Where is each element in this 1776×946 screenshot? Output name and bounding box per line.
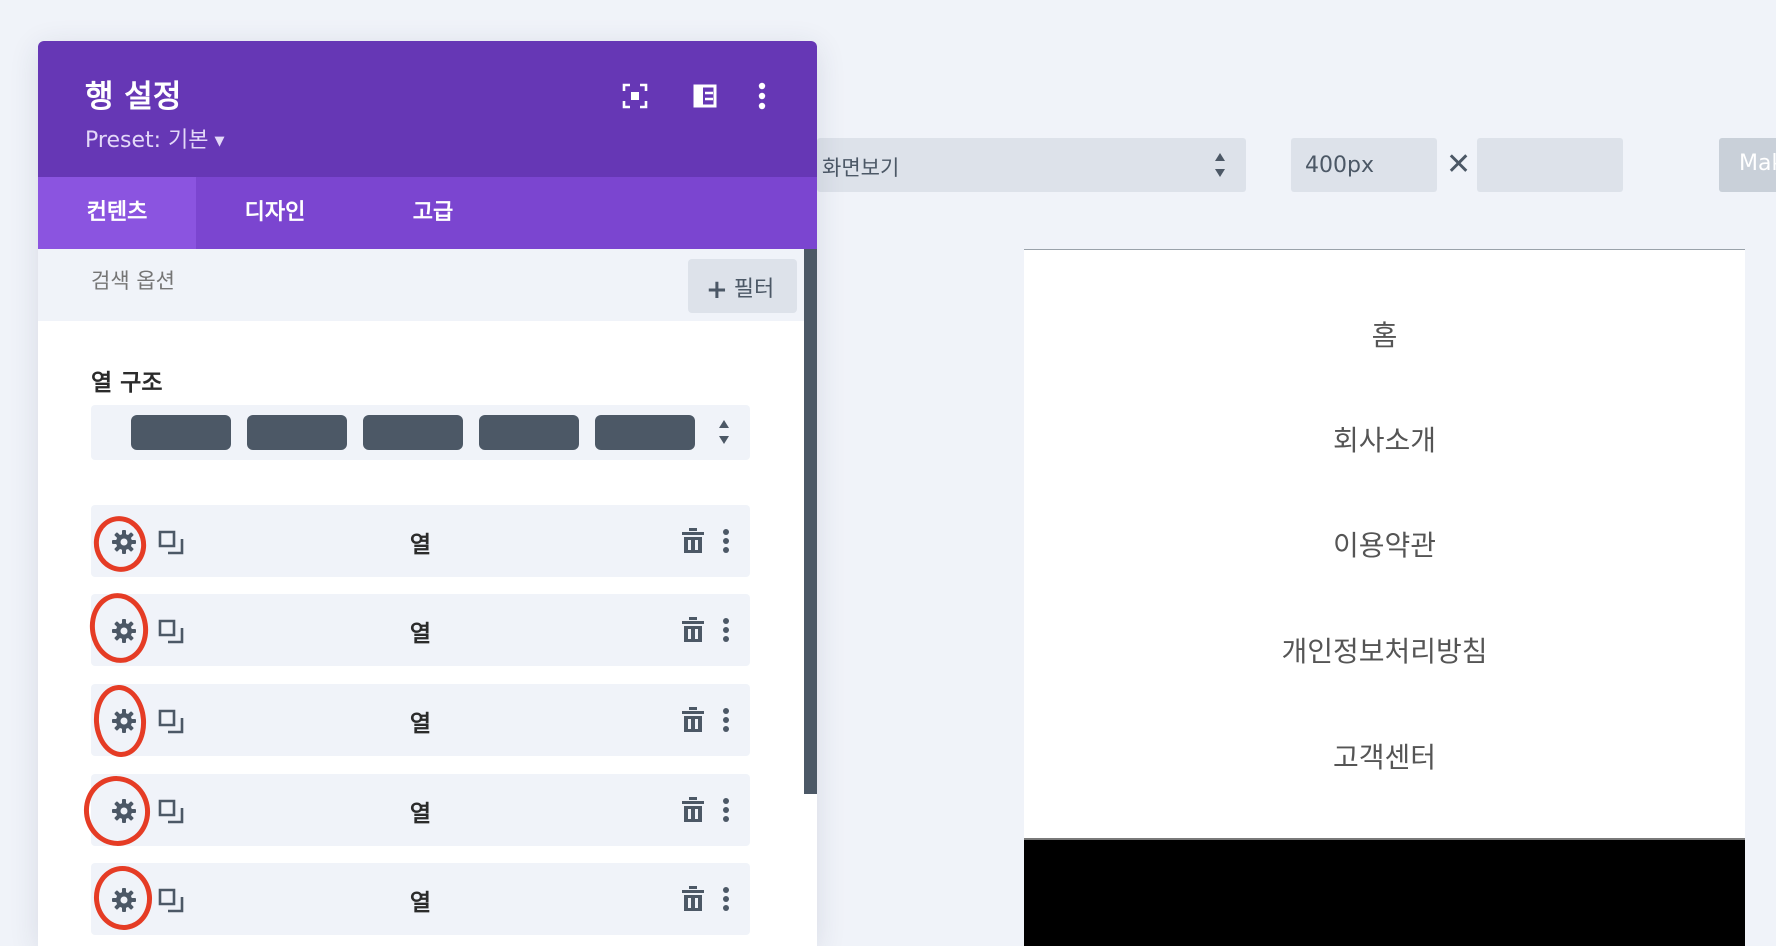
gear-icon[interactable] (111, 708, 137, 734)
structure-column-block (595, 415, 695, 450)
view-mode-select[interactable]: 화면보기 (817, 138, 1246, 192)
more-vertical-icon[interactable] (721, 706, 731, 734)
preset-label: Preset: 기본 (85, 128, 209, 153)
gear-icon[interactable] (111, 618, 137, 644)
more-vertical-icon[interactable] (721, 527, 731, 555)
select-arrows-icon (1214, 150, 1226, 180)
column-row-label: 열 (409, 801, 432, 827)
duplicate-icon[interactable] (158, 529, 184, 555)
trash-icon[interactable] (680, 527, 706, 555)
nav-link-support[interactable]: 고객센터 (1024, 736, 1745, 776)
nav-link-about[interactable]: 회사소개 (1024, 419, 1745, 459)
structure-column-block (247, 415, 347, 450)
make-button[interactable]: Make (1719, 138, 1776, 192)
more-vertical-icon[interactable] (721, 796, 731, 824)
row-settings-modal: 행 설정 Preset: 기본 ▼ 컨텐츠 디자인 고급 검색 옵션 + 필터 … (38, 41, 817, 946)
gear-icon[interactable] (111, 798, 137, 824)
filter-button[interactable]: + 필터 (688, 259, 797, 313)
column-row: 열 (91, 863, 750, 935)
trash-icon[interactable] (680, 706, 706, 734)
modal-scrollbar[interactable] (804, 249, 817, 794)
tab-advanced[interactable]: 고급 (354, 177, 512, 249)
preset-selector[interactable]: Preset: 기본 ▼ (85, 122, 225, 154)
trash-icon[interactable] (680, 796, 706, 824)
nav-link-terms[interactable]: 이용약관 (1024, 524, 1745, 564)
times-icon: ✕ (1446, 147, 1472, 182)
nav-link-home[interactable]: 홈 (1024, 314, 1745, 354)
trash-icon[interactable] (680, 616, 706, 644)
trash-icon[interactable] (680, 885, 706, 913)
modal-header: 행 설정 Preset: 기본 ▼ (38, 41, 817, 177)
filter-button-label: 필터 (733, 277, 775, 302)
modal-tabs: 컨텐츠 디자인 고급 (38, 177, 817, 249)
gear-icon[interactable] (111, 529, 137, 555)
plus-icon: + (706, 275, 728, 305)
column-row-label: 열 (409, 890, 432, 916)
view-mode-value: 화면보기 (822, 156, 900, 180)
column-row: 열 (91, 594, 750, 666)
duplicate-icon[interactable] (158, 887, 184, 913)
select-arrows-icon (718, 417, 730, 451)
expand-icon[interactable] (618, 79, 652, 113)
preview-width-input[interactable] (1291, 138, 1437, 192)
column-structure-label: 열 구조 (91, 370, 163, 396)
nav-link-privacy[interactable]: 개인정보처리방침 (1024, 630, 1745, 670)
search-row: +필터 (38, 249, 817, 321)
column-structure-select[interactable] (91, 405, 750, 460)
more-vertical-icon[interactable] (721, 616, 731, 644)
duplicate-icon[interactable] (158, 708, 184, 734)
modal-title: 행 설정 (85, 79, 182, 115)
gear-icon[interactable] (111, 887, 137, 913)
structure-column-block (363, 415, 463, 450)
more-vertical-icon[interactable] (754, 79, 770, 113)
preview-footer-bar (1024, 838, 1745, 946)
column-row: 열 (91, 774, 750, 846)
column-row-label: 열 (409, 711, 432, 737)
tab-content[interactable]: 컨텐츠 (38, 177, 196, 249)
column-row: 열 (91, 505, 750, 577)
column-row-label: 열 (409, 532, 432, 558)
structure-column-block (131, 415, 231, 450)
tab-design[interactable]: 디자인 (196, 177, 354, 249)
column-row: 열 (91, 684, 750, 756)
duplicate-icon[interactable] (158, 618, 184, 644)
column-row-label: 열 (409, 621, 432, 647)
caret-down-icon: ▼ (214, 133, 225, 149)
preview-height-input[interactable] (1477, 138, 1623, 192)
preview-frame: 홈 회사소개 이용약관 개인정보처리방침 고객센터 (1024, 249, 1745, 946)
more-vertical-icon[interactable] (721, 885, 731, 913)
split-view-icon[interactable] (688, 79, 722, 113)
search-options-input[interactable] (91, 269, 391, 293)
duplicate-icon[interactable] (158, 798, 184, 824)
structure-column-block (479, 415, 579, 450)
footer-nav: 홈 회사소개 이용약관 개인정보처리방침 고객센터 (1024, 250, 1745, 838)
